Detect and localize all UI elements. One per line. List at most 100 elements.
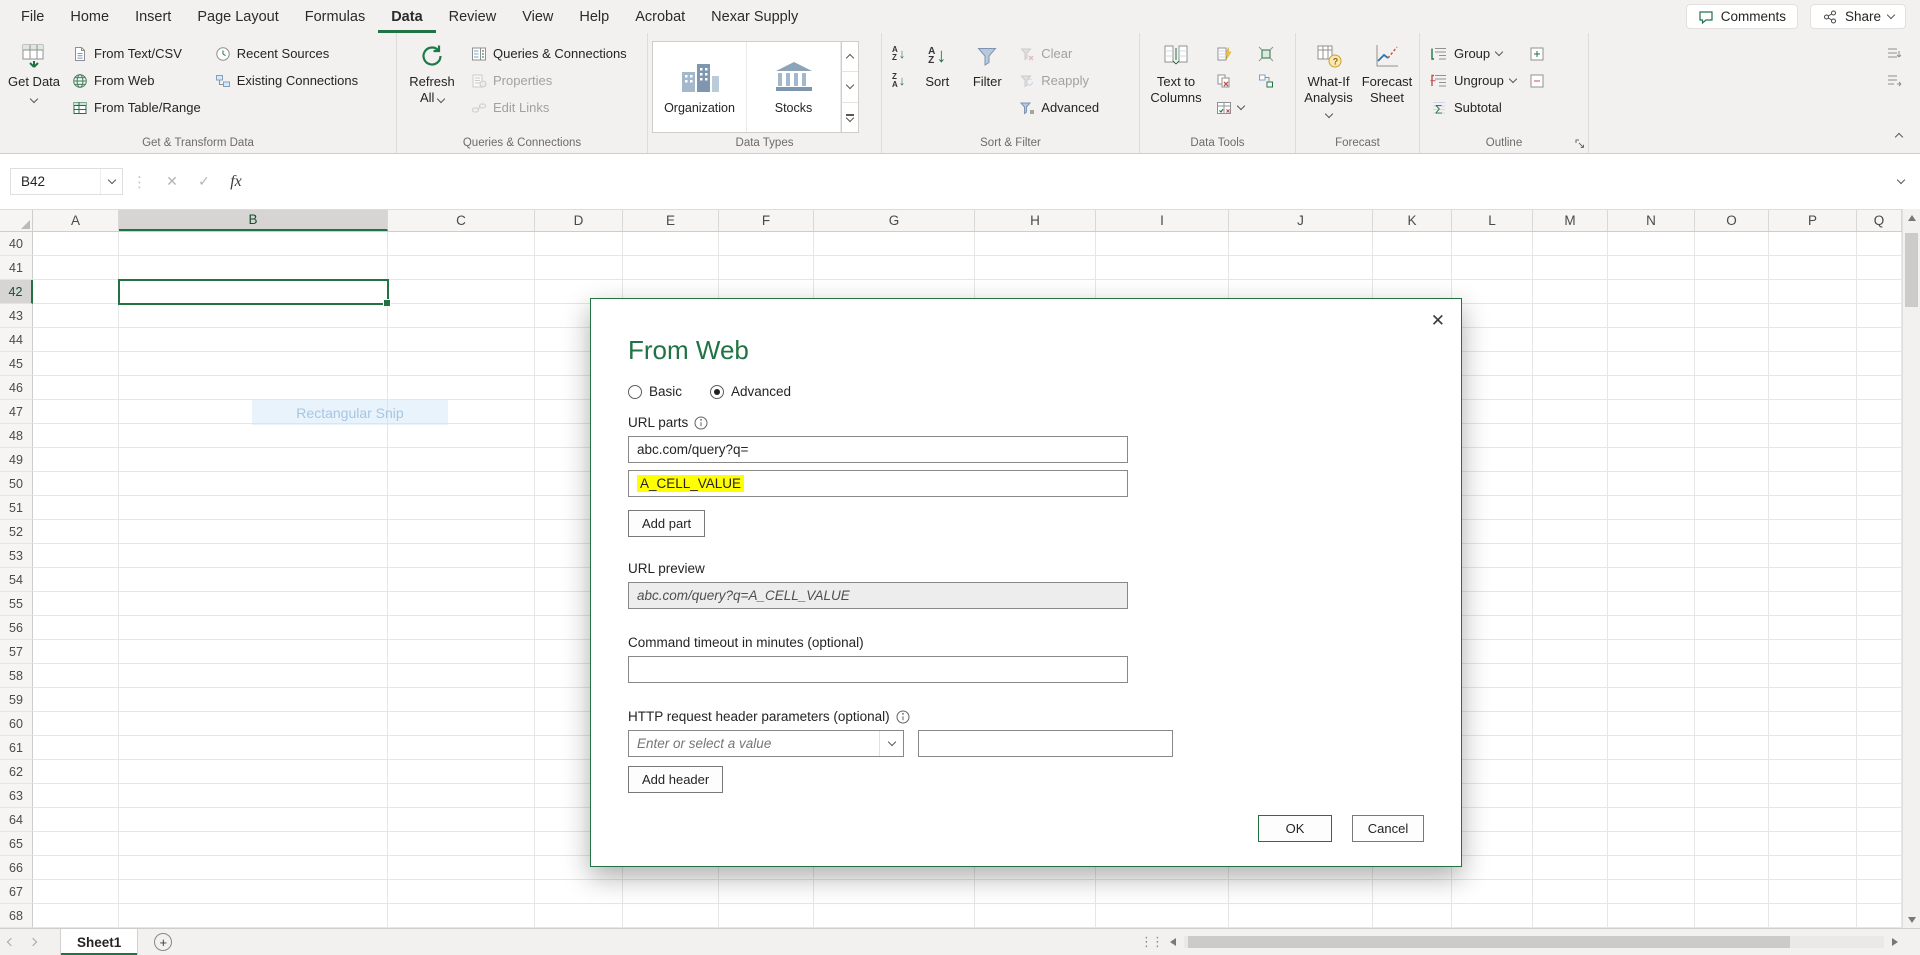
cell-N49[interactable] bbox=[1608, 448, 1695, 472]
row-header-63[interactable]: 63 bbox=[0, 784, 33, 808]
cell-B41[interactable] bbox=[119, 256, 388, 280]
cell-O43[interactable] bbox=[1695, 304, 1769, 328]
cell-P55[interactable] bbox=[1769, 592, 1857, 616]
cell-C43[interactable] bbox=[388, 304, 535, 328]
queries-connections-button[interactable]: Queries & Connections bbox=[465, 40, 633, 67]
cell-A48[interactable] bbox=[33, 424, 119, 448]
cell-M63[interactable] bbox=[1533, 784, 1608, 808]
cell-C40[interactable] bbox=[388, 232, 535, 256]
cell-P63[interactable] bbox=[1769, 784, 1857, 808]
cell-N64[interactable] bbox=[1608, 808, 1695, 832]
cell-M62[interactable] bbox=[1533, 760, 1608, 784]
horizontal-scroll-thumb[interactable] bbox=[1188, 935, 1790, 948]
cell-O68[interactable] bbox=[1695, 904, 1769, 928]
cell-I40[interactable] bbox=[1096, 232, 1229, 256]
cell-O67[interactable] bbox=[1695, 880, 1769, 904]
cell-P46[interactable] bbox=[1769, 376, 1857, 400]
cell-C51[interactable] bbox=[388, 496, 535, 520]
get-data-button[interactable]: Get Data bbox=[4, 36, 64, 107]
cell-O61[interactable] bbox=[1695, 736, 1769, 760]
cell-A47[interactable] bbox=[33, 400, 119, 424]
cell-M64[interactable] bbox=[1533, 808, 1608, 832]
hide-detail-button[interactable] bbox=[1524, 67, 1550, 94]
cell-O64[interactable] bbox=[1695, 808, 1769, 832]
column-header-O[interactable]: O bbox=[1695, 210, 1769, 231]
cell-L44[interactable] bbox=[1452, 328, 1533, 352]
column-header-F[interactable]: F bbox=[719, 210, 814, 231]
cell-N67[interactable] bbox=[1608, 880, 1695, 904]
show-detail-button[interactable] bbox=[1524, 40, 1550, 67]
cell-Q61[interactable] bbox=[1857, 736, 1902, 760]
cell-C52[interactable] bbox=[388, 520, 535, 544]
cell-P52[interactable] bbox=[1769, 520, 1857, 544]
cell-F40[interactable] bbox=[719, 232, 814, 256]
cell-Q55[interactable] bbox=[1857, 592, 1902, 616]
row-header-65[interactable]: 65 bbox=[0, 832, 33, 856]
cell-Q59[interactable] bbox=[1857, 688, 1902, 712]
cell-P60[interactable] bbox=[1769, 712, 1857, 736]
cell-L60[interactable] bbox=[1452, 712, 1533, 736]
cell-P49[interactable] bbox=[1769, 448, 1857, 472]
cell-Q66[interactable] bbox=[1857, 856, 1902, 880]
cell-C41[interactable] bbox=[388, 256, 535, 280]
cell-O66[interactable] bbox=[1695, 856, 1769, 880]
cell-Q67[interactable] bbox=[1857, 880, 1902, 904]
cell-A66[interactable] bbox=[33, 856, 119, 880]
cell-M65[interactable] bbox=[1533, 832, 1608, 856]
cell-B59[interactable] bbox=[119, 688, 388, 712]
cell-P48[interactable] bbox=[1769, 424, 1857, 448]
insert-function-button[interactable]: fx bbox=[220, 168, 252, 195]
cell-N43[interactable] bbox=[1608, 304, 1695, 328]
gallery-scroll-down-button[interactable] bbox=[841, 72, 858, 103]
cell-M57[interactable] bbox=[1533, 640, 1608, 664]
cell-B45[interactable] bbox=[119, 352, 388, 376]
cell-K40[interactable] bbox=[1373, 232, 1452, 256]
cell-L53[interactable] bbox=[1452, 544, 1533, 568]
filter-button[interactable]: Filter bbox=[963, 36, 1011, 92]
cell-B63[interactable] bbox=[119, 784, 388, 808]
cell-Q40[interactable] bbox=[1857, 232, 1902, 256]
from-table-range-button[interactable]: From Table/Range bbox=[66, 94, 207, 121]
ok-button[interactable]: OK bbox=[1258, 815, 1332, 842]
cell-C49[interactable] bbox=[388, 448, 535, 472]
cell-G68[interactable] bbox=[814, 904, 975, 928]
column-header-A[interactable]: A bbox=[33, 210, 119, 231]
row-header-54[interactable]: 54 bbox=[0, 568, 33, 592]
cell-M53[interactable] bbox=[1533, 544, 1608, 568]
cell-P67[interactable] bbox=[1769, 880, 1857, 904]
cell-P59[interactable] bbox=[1769, 688, 1857, 712]
cell-A60[interactable] bbox=[33, 712, 119, 736]
cell-N60[interactable] bbox=[1608, 712, 1695, 736]
cell-A46[interactable] bbox=[33, 376, 119, 400]
cell-L48[interactable] bbox=[1452, 424, 1533, 448]
cell-Q42[interactable] bbox=[1857, 280, 1902, 304]
cell-A42[interactable] bbox=[33, 280, 119, 304]
row-header-61[interactable]: 61 bbox=[0, 736, 33, 760]
cell-N68[interactable] bbox=[1608, 904, 1695, 928]
cell-M44[interactable] bbox=[1533, 328, 1608, 352]
cell-O45[interactable] bbox=[1695, 352, 1769, 376]
cell-C57[interactable] bbox=[388, 640, 535, 664]
cell-L42[interactable] bbox=[1452, 280, 1533, 304]
cell-J68[interactable] bbox=[1229, 904, 1373, 928]
cell-B61[interactable] bbox=[119, 736, 388, 760]
cell-L52[interactable] bbox=[1452, 520, 1533, 544]
cell-N61[interactable] bbox=[1608, 736, 1695, 760]
cell-N48[interactable] bbox=[1608, 424, 1695, 448]
cell-M60[interactable] bbox=[1533, 712, 1608, 736]
row-header-48[interactable]: 48 bbox=[0, 424, 33, 448]
cell-O54[interactable] bbox=[1695, 568, 1769, 592]
row-header-57[interactable]: 57 bbox=[0, 640, 33, 664]
cell-M67[interactable] bbox=[1533, 880, 1608, 904]
cell-B65[interactable] bbox=[119, 832, 388, 856]
cell-M46[interactable] bbox=[1533, 376, 1608, 400]
column-header-H[interactable]: H bbox=[975, 210, 1096, 231]
scroll-down-button[interactable] bbox=[1903, 911, 1920, 928]
row-header-41[interactable]: 41 bbox=[0, 256, 33, 280]
cell-Q65[interactable] bbox=[1857, 832, 1902, 856]
cell-J40[interactable] bbox=[1229, 232, 1373, 256]
vertical-scroll-thumb[interactable] bbox=[1905, 233, 1918, 307]
cell-B62[interactable] bbox=[119, 760, 388, 784]
cell-A67[interactable] bbox=[33, 880, 119, 904]
cell-E68[interactable] bbox=[623, 904, 719, 928]
